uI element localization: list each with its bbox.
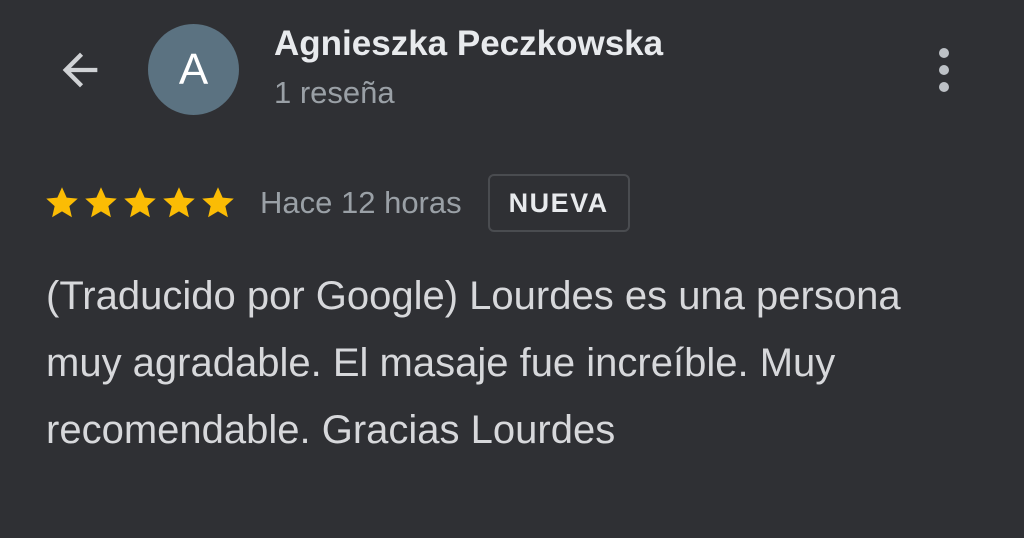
star-icon [202, 187, 234, 218]
star-icon [46, 187, 78, 218]
reviewer-review-count: 1 reseña [274, 75, 395, 110]
more-vertical-icon-dot [939, 65, 949, 75]
avatar-initial: A [178, 44, 209, 94]
star-rating [44, 185, 236, 221]
more-vertical-icon [939, 48, 949, 58]
star-icon [85, 187, 117, 218]
review-text: (Traducido por Google) Lourdes es una pe… [46, 274, 901, 452]
new-badge: NUEVA [487, 174, 630, 232]
star-icon [124, 187, 156, 218]
reviewer-name[interactable]: Agnieszka Peczkowska [274, 24, 663, 64]
more-vertical-icon-dot [939, 82, 949, 92]
review-header: A Agnieszka Peczkowska 1 reseña [0, 0, 1024, 140]
back-button[interactable] [50, 42, 110, 98]
arrow-left-icon [62, 52, 98, 88]
review-meta: Hace 12 horas NUEVA [44, 172, 630, 234]
avatar[interactable]: A [148, 24, 239, 115]
star-icon [163, 187, 195, 218]
more-options-button[interactable] [920, 40, 968, 100]
review-time: Hace 12 horas [260, 185, 462, 220]
